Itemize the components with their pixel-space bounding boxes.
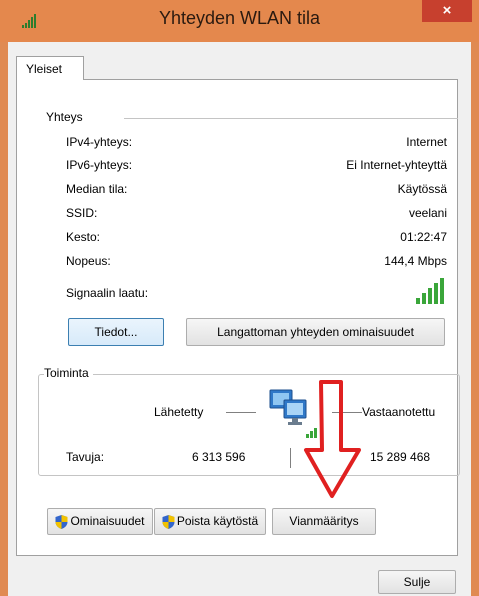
dialog-window: Yhteyden WLAN tila × Yleiset Yhteys IPv4… <box>0 0 479 596</box>
diagnose-button[interactable]: Vianmääritys <box>272 508 376 535</box>
activity-group-title: Toiminta <box>44 366 93 380</box>
signal-quality-label: Signaalin laatu: <box>66 286 149 300</box>
received-label: Vastaanotettu <box>362 405 436 419</box>
details-button[interactable]: Tiedot... <box>68 318 164 346</box>
bytes-label: Tavuja: <box>66 450 105 464</box>
ipv6-label: IPv6-yhteys: <box>66 158 133 172</box>
sent-bytes-value: 6 313 596 <box>192 450 246 464</box>
tab-general[interactable]: Yleiset <box>16 56 84 80</box>
ipv6-value: Ei Internet-yhteyttä <box>346 158 447 172</box>
speed-label: Nopeus: <box>66 254 111 268</box>
close-window-button[interactable]: × <box>422 0 472 22</box>
media-state-label: Median tila: <box>66 182 128 196</box>
duration-label: Kesto: <box>66 230 101 244</box>
close-button[interactable]: Sulje <box>378 570 456 594</box>
bytes-divider <box>290 448 291 468</box>
ssid-label: SSID: <box>66 206 98 220</box>
properties-button-label: Ominaisuudet <box>70 514 145 528</box>
disable-button[interactable]: Poista käytöstä <box>154 508 266 535</box>
ipv4-value: Internet <box>406 135 447 149</box>
tab-general-label: Yleiset <box>26 62 63 76</box>
media-state-value: Käytössä <box>397 182 447 196</box>
properties-button[interactable]: Ominaisuudet <box>47 508 153 535</box>
ssid-value: veelani <box>408 206 447 220</box>
connection-group-title: Yhteys <box>46 110 87 124</box>
uac-shield-icon <box>162 514 175 529</box>
duration-value: 01:22:47 <box>400 230 447 244</box>
uac-shield-icon <box>55 514 68 529</box>
annotation-arrow-icon <box>304 380 361 498</box>
ipv4-label: IPv4-yhteys: <box>66 135 133 149</box>
sent-line <box>226 412 256 413</box>
speed-value: 144,4 Mbps <box>384 254 447 268</box>
window-title: Yhteyden WLAN tila <box>158 8 321 28</box>
disable-button-label: Poista käytöstä <box>176 514 259 528</box>
title-bar[interactable]: Yhteyden WLAN tila × <box>0 0 479 42</box>
sent-label: Lähetetty <box>154 405 204 419</box>
received-bytes-value: 15 289 468 <box>370 450 431 464</box>
connection-group-line <box>124 118 458 119</box>
signal-strength-icon <box>416 278 444 304</box>
wireless-properties-button[interactable]: Langattoman yhteyden ominaisuudet <box>186 318 445 346</box>
